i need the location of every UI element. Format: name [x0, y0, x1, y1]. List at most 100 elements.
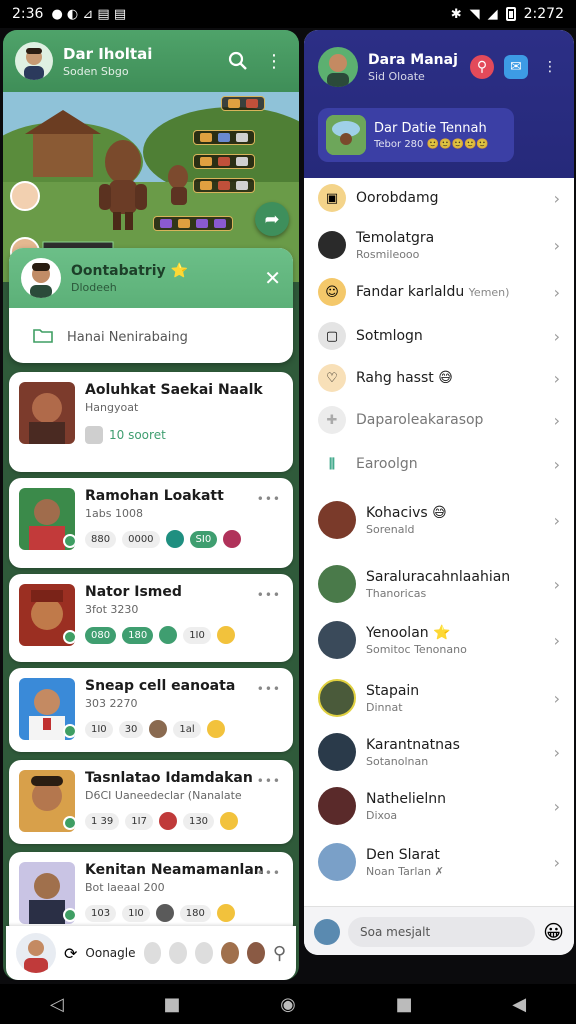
back-icon[interactable]: ◁ — [50, 994, 64, 1015]
back-icon[interactable]: ◀ — [512, 994, 526, 1015]
chip: 180 — [122, 626, 154, 644]
contact-item[interactable]: Yenoolan ⭐ Somitoc Tenonano › — [304, 614, 574, 666]
contact-icon[interactable] — [221, 942, 239, 964]
coin-icon — [178, 219, 190, 228]
more-icon[interactable]: ••• — [257, 866, 281, 880]
reaction-icon[interactable] — [195, 942, 214, 964]
chip: 1I0 — [183, 626, 211, 644]
contact-icon[interactable] — [246, 942, 265, 964]
menu-item[interactable]: ✚ Daparoleakarasop › — [304, 400, 574, 440]
contact-sub: Thanoricas — [366, 586, 427, 600]
chat-name: Aoluhkat Saekai Naalk — [85, 382, 263, 398]
contact-sub: Sorenald — [366, 522, 415, 536]
menu-sub: Rosmileooo — [356, 247, 420, 261]
chevron-right-icon: › — [553, 742, 560, 762]
right-header: Dara Manaj Sid Oloate ⚲ ✉ ⋮ Dar Datie Te… — [304, 30, 574, 178]
user-avatar[interactable] — [16, 933, 56, 973]
contact-item[interactable]: Kohacivs 😅 Sorenald › — [304, 494, 574, 546]
chat-name: Kenitan Neamamanlan — [85, 862, 264, 878]
menu-label: Oorobdamg — [356, 190, 439, 206]
contact-sub: Dinnat — [366, 700, 403, 714]
more-icon[interactable]: ••• — [257, 492, 281, 506]
chat-item[interactable]: Tasnlatao Idamdakan D6CI Uaneedeclar (Na… — [9, 760, 293, 844]
chat-thumbnail — [19, 382, 75, 444]
search-input[interactable]: Soa mesjalt — [348, 916, 536, 947]
chart-icon: ⫼ — [318, 450, 346, 478]
battery-icon — [505, 7, 516, 21]
chat-item[interactable]: Sneap cell eanoata 303 2270 1I0 30 1al •… — [9, 668, 293, 752]
user-avatar[interactable] — [314, 918, 340, 945]
contact-item[interactable]: Karantnatnas Sotanolnan › — [304, 726, 574, 778]
chat-item[interactable]: Kenitan Neamamanlan Bot laeaal 200 103 1… — [9, 852, 293, 936]
left-header-subtitle: Soden Sbgo — [63, 64, 129, 78]
profile-avatar[interactable] — [15, 42, 53, 80]
folder-icon[interactable] — [33, 327, 53, 347]
right-clock: 2:272 — [523, 6, 564, 22]
active-chat-card[interactable]: Oontabatriy ⭐ Dlodeeh ✕ Hanai Nenirabain… — [9, 248, 293, 363]
chevron-right-icon: › — [553, 188, 560, 208]
profile-avatar[interactable] — [318, 47, 358, 87]
group-card[interactable]: Dar Datie Tennah Tebor 280 🙂🙂🙂🙂🙂 — [318, 108, 514, 162]
menu-item[interactable]: ⫼ Earoolgn › — [304, 444, 574, 484]
chip: 130 — [182, 812, 215, 830]
chevron-right-icon: › — [553, 630, 560, 650]
emoji-icon[interactable]: 😀 — [543, 920, 564, 944]
recents-icon[interactable]: ■ — [396, 994, 413, 1015]
more-icon[interactable]: ••• — [257, 588, 281, 602]
person-icon[interactable]: ⚲ — [273, 943, 286, 964]
smile-emoji-icon — [206, 720, 225, 738]
reaction-icon[interactable] — [169, 942, 188, 964]
reaction-icon — [149, 720, 168, 738]
chip: SI0 — [189, 530, 218, 548]
more-options-icon[interactable]: ⋮ — [261, 48, 287, 74]
contact-name: Karantnatnas — [366, 736, 460, 753]
refresh-icon[interactable]: ⟳ — [64, 944, 77, 963]
contact-avatar — [318, 679, 356, 717]
menu-label: Daparoleakarasop — [356, 412, 484, 428]
search-icon[interactable] — [225, 48, 251, 74]
menu-item[interactable]: ▢ Sotmlogn › — [304, 316, 574, 356]
notification-icon: ● ◐ ⊿ ▤ ▤ — [51, 6, 127, 22]
chat-item[interactable]: Aoluhkat Saekai Naalk Hangyoat 10 sooret — [9, 372, 293, 472]
message-input[interactable]: Hanai Nenirabaing — [19, 320, 283, 354]
bookmark-icon: ▣ — [318, 184, 346, 212]
contact-item[interactable]: Den Slarat Noan Tarlan ✗ › — [304, 836, 574, 888]
chat-item[interactable]: Nator Ismed 3fot 3230 080 180 1I0 ••• — [9, 574, 293, 662]
chat-subtitle: Bot laeaal 200 — [85, 881, 165, 894]
active-chat-name: Oontabatriy ⭐ — [71, 262, 188, 279]
chat-item[interactable]: Ramohan Loakatt 1abs 1008 880 0000 SI0 •… — [9, 478, 293, 568]
contact-sub: Noan Tarlan ✗ — [366, 864, 444, 878]
contact-item[interactable]: Nathelielnn Dixoa › — [304, 780, 574, 832]
chat-thumbnail — [19, 584, 75, 646]
contact-item[interactable]: Stapain Dinnat › — [304, 672, 574, 724]
close-icon[interactable]: ✕ — [264, 266, 281, 290]
menu-item[interactable]: ☺ Fandar karlaldu Yemen) › — [304, 272, 574, 312]
smile-emoji-icon — [216, 626, 235, 644]
online-badge — [63, 816, 75, 830]
left-panel: Dar Iholtai Soden Sbgo ⋮ ➦ Oontabatriy ⭐… — [3, 30, 299, 980]
chevron-right-icon: › — [553, 688, 560, 708]
chat-name: Nator Ismed — [85, 584, 182, 600]
menu-item[interactable]: Temolatgra Rosmileooo › — [304, 222, 574, 268]
menu-item[interactable]: ▣ Oorobdamg › — [304, 178, 574, 218]
chat-bubble-icon[interactable]: ✉ — [504, 55, 528, 79]
group-subtitle: Tebor 280 🙂🙂🙂🙂🙂 — [374, 139, 489, 150]
search-icon[interactable]: ⚲ — [470, 55, 494, 79]
screen: 2:36 ● ◐ ⊿ ▤ ▤ ✱ ◥ ◢ 2:272 Dar Iholtai S… — [0, 0, 576, 1024]
hud-row-3 — [193, 178, 255, 193]
home-icon[interactable]: ◉ — [280, 994, 296, 1015]
menu-item[interactable]: ♡ Rahg hasst 😅 › — [304, 358, 574, 398]
more-icon[interactable]: ••• — [257, 682, 281, 696]
chat-count: 10 sooret — [85, 426, 283, 444]
share-fab-button[interactable]: ➦ — [255, 202, 289, 236]
contact-avatar — [318, 501, 356, 539]
more-options-icon[interactable]: ⋮ — [538, 55, 562, 79]
chat-subtitle: Hangyoat — [85, 401, 139, 414]
recents-icon[interactable]: ■ — [163, 994, 180, 1015]
contact-item[interactable]: Saraluracahnlaahian Thanoricas › — [304, 558, 574, 610]
bottom-label: Oonagle — [85, 946, 136, 960]
reaction-icon[interactable] — [143, 942, 162, 964]
more-icon[interactable]: ••• — [257, 774, 281, 788]
contact-sub: Sotanolnan — [366, 754, 429, 768]
menu-label-text: Fandar karlaldu — [356, 284, 465, 300]
